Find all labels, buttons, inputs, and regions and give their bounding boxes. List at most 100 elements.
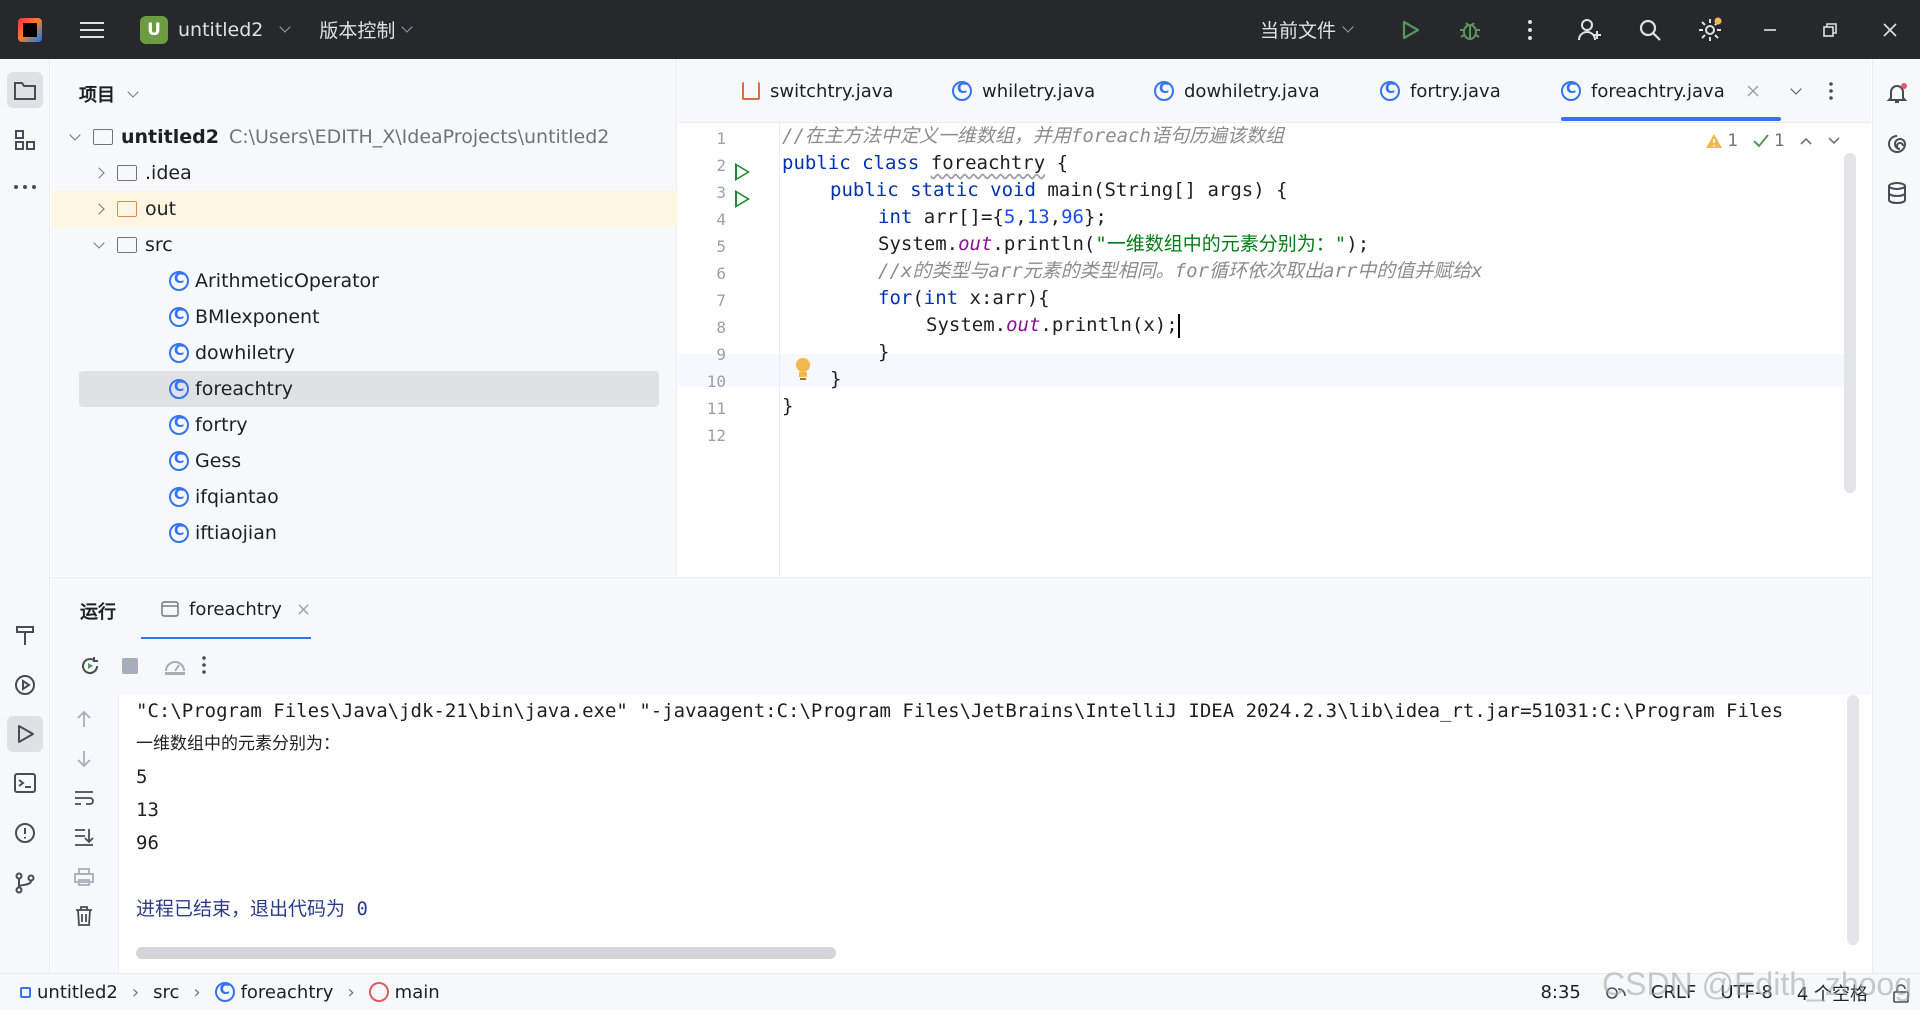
print-icon[interactable] xyxy=(73,867,95,887)
java-file-icon xyxy=(742,82,760,100)
console-horizontal-scrollbar[interactable] xyxy=(136,947,836,959)
tree-item-out[interactable]: out xyxy=(51,191,677,227)
editor-scrollbar[interactable] xyxy=(1844,153,1856,493)
arrow-down-icon[interactable] xyxy=(75,749,93,769)
tree-item-class[interactable]: ifqiantao xyxy=(51,479,677,515)
title-bar: U untitled2 版本控制 当前文件 xyxy=(0,0,1920,59)
tree-item-class[interactable]: BMIexponent xyxy=(51,299,677,335)
run-configuration-selector[interactable]: 当前文件 xyxy=(1260,16,1354,43)
inspection-widget[interactable]: 1 1 xyxy=(1705,131,1841,151)
editor-gutter: 1 2 3 4 5 6 7 8 9 10 11 12 xyxy=(678,123,810,576)
root-name: untitled2 xyxy=(121,126,219,148)
notifications-button[interactable] xyxy=(1879,75,1915,111)
indent-setting[interactable]: 4 个空格 xyxy=(1797,980,1868,1006)
tree-item-src[interactable]: src xyxy=(51,227,677,263)
tree-item-class-selected[interactable]: foreachtry xyxy=(79,371,659,407)
code-text: , xyxy=(1015,206,1027,228)
structure-tool-button[interactable] xyxy=(7,122,43,158)
vcs-menu[interactable]: 版本控制 xyxy=(319,16,414,43)
run-main-gutter-icon[interactable] xyxy=(735,190,750,208)
tree-item-class[interactable]: iftiaojian xyxy=(51,515,677,551)
close-window-button[interactable] xyxy=(1860,0,1920,59)
ai-assistant-button[interactable] xyxy=(1879,126,1915,162)
console-exit-line: 进程已结束，退出代码为 0 xyxy=(136,898,368,920)
vcs-status-icon[interactable] xyxy=(1605,983,1627,1003)
java-class-icon xyxy=(214,982,235,1002)
java-class-icon xyxy=(169,451,189,471)
terminal-tool-button[interactable] xyxy=(7,765,43,801)
tab-dowhiletry[interactable]: dowhiletry.java xyxy=(1154,59,1320,123)
run-console[interactable]: "C:\Program Files\Java\jdk-21\bin\java.e… xyxy=(120,695,1871,973)
tab-switchtry[interactable]: switchtry.java xyxy=(742,59,893,123)
line-separator[interactable]: CRLF xyxy=(1651,982,1696,1003)
tab-foreachtry[interactable]: foreachtry.java xyxy=(1561,59,1781,123)
code-content[interactable]: //在主方法中定义一维数组，并用foreach语句历遍该数组 public cl… xyxy=(782,123,1842,576)
more-vertical-icon[interactable] xyxy=(201,655,207,675)
console-icon xyxy=(161,601,179,617)
chevron-down-icon[interactable] xyxy=(1827,136,1841,146)
tab-fortry[interactable]: fortry.java xyxy=(1380,59,1501,123)
project-switcher[interactable]: U untitled2 xyxy=(140,15,292,44)
run-tool-button[interactable] xyxy=(7,716,43,752)
rerun-icon[interactable] xyxy=(79,655,101,677)
main-menu-icon[interactable] xyxy=(80,21,104,38)
tree-item-idea[interactable]: .idea xyxy=(51,155,677,191)
minimize-window-button[interactable] xyxy=(1740,0,1800,59)
add-user-button[interactable] xyxy=(1560,0,1620,59)
more-actions-button[interactable] xyxy=(1500,0,1560,59)
run-tab-foreachtry[interactable]: foreachtry xyxy=(141,578,311,640)
problems-tool-button[interactable] xyxy=(7,815,43,851)
tree-item-class[interactable]: Gess xyxy=(51,443,677,479)
tree-item-class[interactable]: fortry xyxy=(51,407,677,443)
line-number: 2 xyxy=(716,156,726,175)
breadcrumb-src[interactable]: src xyxy=(153,982,179,1003)
tree-root[interactable]: untitled2 C:\Users\EDITH_X\IdeaProjects\… xyxy=(51,119,677,155)
scroll-to-end-icon[interactable] xyxy=(73,827,95,847)
tabs-dropdown-button[interactable] xyxy=(1784,59,1802,123)
project-badge: U xyxy=(140,15,168,44)
tab-whiletry[interactable]: whiletry.java xyxy=(952,59,1095,123)
number: 13 xyxy=(1026,206,1050,228)
project-panel-header[interactable]: 项目 xyxy=(79,81,139,107)
tabs-more-button[interactable] xyxy=(1828,59,1834,123)
checks-count[interactable]: 1 xyxy=(1752,131,1785,151)
trash-icon[interactable] xyxy=(74,905,94,927)
breadcrumb-project[interactable]: untitled2 xyxy=(20,982,118,1003)
code-editor[interactable]: 1 2 3 4 5 6 7 8 9 10 11 12 //在主方法中定义一维数组… xyxy=(678,123,1871,576)
breadcrumb-class[interactable]: foreachtry xyxy=(214,982,333,1003)
caret-position[interactable]: 8:35 xyxy=(1540,982,1580,1003)
chevron-up-icon[interactable] xyxy=(1799,136,1813,146)
database-button[interactable] xyxy=(1879,175,1915,211)
stop-icon[interactable] xyxy=(121,657,139,675)
debug-button[interactable] xyxy=(1440,0,1500,59)
settings-button[interactable] xyxy=(1680,0,1740,59)
breadcrumb-method[interactable]: main xyxy=(368,982,440,1003)
run-icon xyxy=(1402,20,1420,39)
problems-icon xyxy=(15,823,35,843)
warnings-count[interactable]: 1 xyxy=(1705,131,1738,151)
java-class-icon xyxy=(169,271,189,291)
soft-wrap-icon[interactable] xyxy=(73,789,95,807)
intellij-logo-icon[interactable] xyxy=(18,17,42,42)
close-tab-icon[interactable] xyxy=(298,603,309,615)
restore-window-button[interactable] xyxy=(1800,0,1860,59)
console-vertical-scrollbar[interactable] xyxy=(1847,695,1859,945)
tree-item-label: dowhiletry xyxy=(195,342,296,364)
run-button[interactable] xyxy=(1380,0,1440,59)
build-tool-button[interactable] xyxy=(7,617,43,653)
tree-item-class[interactable]: dowhiletry xyxy=(51,335,677,371)
more-tools-button[interactable] xyxy=(7,169,43,205)
lock-icon[interactable] xyxy=(1892,983,1910,1003)
run-panel-header: 运行 foreachtry xyxy=(51,577,1871,640)
console-line: 13 xyxy=(136,799,159,821)
close-tab-icon[interactable] xyxy=(1747,85,1759,97)
file-encoding[interactable]: UTF-8 xyxy=(1720,982,1772,1003)
project-tool-button[interactable] xyxy=(7,72,43,108)
tree-item-class[interactable]: ArithmeticOperator xyxy=(51,263,677,299)
services-tool-button[interactable] xyxy=(7,667,43,703)
search-everywhere-button[interactable] xyxy=(1620,0,1680,59)
coverage-icon[interactable] xyxy=(163,655,187,677)
git-tool-button[interactable] xyxy=(7,865,43,901)
arrow-up-icon[interactable] xyxy=(75,709,93,729)
run-class-gutter-icon[interactable] xyxy=(735,163,750,181)
